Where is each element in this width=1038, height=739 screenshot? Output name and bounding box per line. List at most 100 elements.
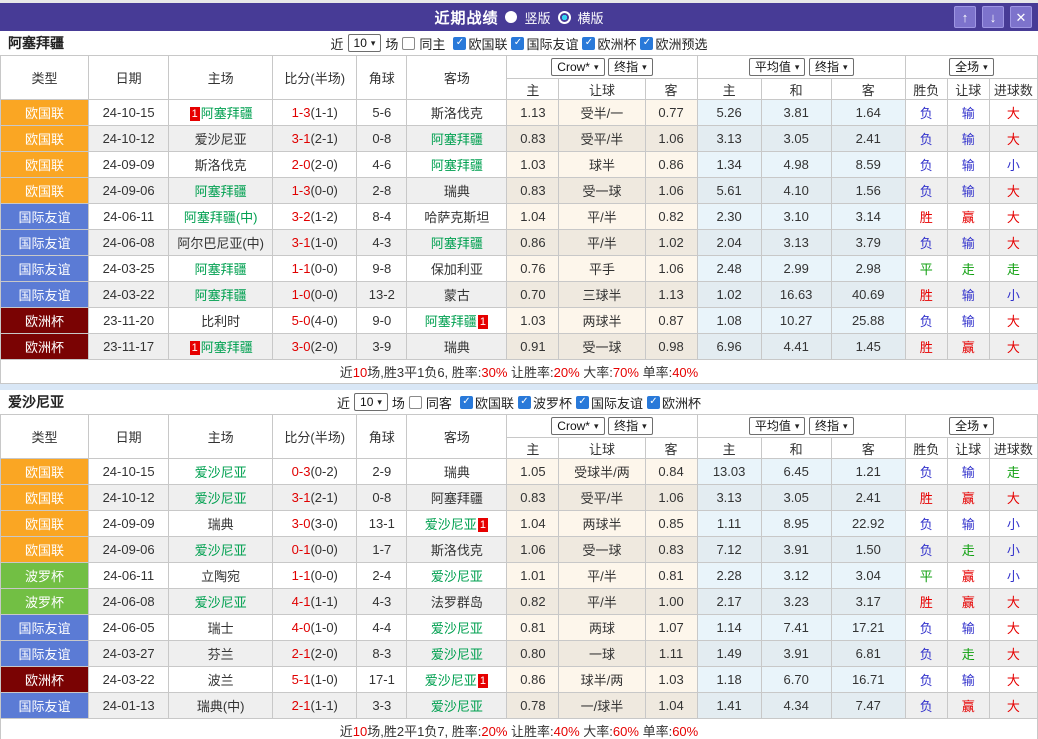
move-up-button[interactable]: ↑ (954, 6, 976, 28)
odds-handicap: 三球半 (559, 282, 645, 308)
move-down-button[interactable]: ↓ (982, 6, 1004, 28)
team-name-link[interactable]: 瑞典 (444, 340, 470, 355)
league-checkbox[interactable]: ✓ (640, 37, 653, 50)
team-name-link[interactable]: 爱沙尼亚 (195, 595, 247, 610)
match-row: 欧洲杯23-11-171阿塞拜疆3-0(2-0)3-9瑞典0.91受一球0.98… (1, 334, 1038, 360)
scope-select[interactable]: 全场▾ (949, 417, 994, 435)
team-name-link[interactable]: 斯洛伐克 (195, 158, 247, 173)
odds-time-select[interactable]: 终指▾ (608, 58, 653, 76)
match-row: 欧国联24-09-09瑞典3-0(3-0)13-1爱沙尼亚11.04两球半0.8… (1, 511, 1038, 537)
vertical-layout-radio[interactable] (505, 11, 517, 23)
close-button[interactable]: ✕ (1010, 6, 1032, 28)
team-name-link[interactable]: 爱沙尼亚 (431, 569, 483, 584)
odds-company-select[interactable]: Crow*▾ (551, 58, 604, 76)
games-label: 场 (392, 393, 405, 412)
same-venue-checkbox[interactable] (402, 37, 415, 50)
result-handicap: 输 (947, 178, 989, 204)
team-name-link[interactable]: 瑞典 (208, 517, 234, 532)
odds-home: 0.80 (507, 641, 559, 667)
team-name-link[interactable]: 阿尔巴尼亚(中) (177, 236, 264, 251)
summary-text-segment: 10 (353, 724, 367, 739)
team-name-link[interactable]: 阿塞拜疆 (431, 132, 483, 147)
match-count-select[interactable]: 10▾ (354, 393, 388, 411)
same-venue-checkbox[interactable] (409, 396, 422, 409)
team-name-link[interactable]: 阿塞拜疆 (201, 106, 253, 121)
team-name-link[interactable]: 斯洛伐克 (431, 543, 483, 558)
corner-count: 3-3 (357, 693, 407, 719)
halftime-score: (1-2) (310, 209, 337, 224)
team-name-link[interactable]: 爱沙尼亚 (195, 132, 247, 147)
result-goals: 大 (989, 693, 1037, 719)
scope-select[interactable]: 全场▾ (949, 58, 994, 76)
summary-text-segment: 大率: (580, 365, 613, 380)
team-name-link[interactable]: 阿塞拜疆 (195, 262, 247, 277)
team-name-link[interactable]: 波兰 (208, 673, 234, 688)
match-row: 欧洲杯23-11-20比利时5-0(4-0)9-0阿塞拜疆11.03两球半0.8… (1, 308, 1038, 334)
match-count-select[interactable]: 10▾ (348, 34, 382, 52)
match-date: 24-03-22 (89, 667, 169, 693)
team-name-link[interactable]: 瑞士 (208, 621, 234, 636)
avg-select[interactable]: 平均值▾ (749, 417, 806, 435)
fulltime-score: 3-0 (292, 516, 311, 531)
team-name-link[interactable]: 瑞典 (444, 184, 470, 199)
result-goals: 大 (989, 178, 1037, 204)
league-checkbox[interactable]: ✓ (511, 37, 524, 50)
team-name-link[interactable]: 爱沙尼亚 (425, 673, 477, 688)
team-name-link[interactable]: 立陶宛 (201, 569, 240, 584)
result-outcome: 负 (905, 126, 947, 152)
league-checkbox[interactable]: ✓ (518, 396, 531, 409)
team-name-link[interactable]: 爱沙尼亚 (195, 465, 247, 480)
avg-away: 1.50 (831, 537, 905, 563)
team-name-link[interactable]: 哈萨克斯坦 (424, 210, 489, 225)
odds-home: 1.04 (507, 511, 559, 537)
checkmark-icon: ✓ (456, 38, 464, 48)
avg-select[interactable]: 平均值▾ (749, 58, 806, 76)
avg-away: 3.04 (831, 563, 905, 589)
league-checkbox[interactable]: ✓ (453, 37, 466, 50)
odds-time-select[interactable]: 终指▾ (608, 417, 653, 435)
team-name-link[interactable]: 爱沙尼亚 (425, 517, 477, 532)
result-handicap: 输 (947, 126, 989, 152)
team-name-link[interactable]: 阿塞拜疆(中) (184, 210, 258, 225)
team-name-link[interactable]: 阿塞拜疆 (201, 340, 253, 355)
horizontal-layout-radio[interactable] (558, 11, 571, 24)
league-checkbox[interactable]: ✓ (582, 37, 595, 50)
team-name-link[interactable]: 阿塞拜疆 (431, 236, 483, 251)
league-badge: 欧洲杯 (1, 308, 89, 334)
team-name-link[interactable]: 爱沙尼亚 (431, 621, 483, 636)
avg-select-value: 平均值 (755, 60, 791, 74)
home-team-cell: 立陶宛 (169, 563, 273, 589)
team-name-link[interactable]: 阿塞拜疆 (195, 184, 247, 199)
league-checkbox[interactable]: ✓ (576, 396, 589, 409)
team-name-link[interactable]: 法罗群岛 (431, 595, 483, 610)
team-name-link[interactable]: 阿塞拜疆 (195, 288, 247, 303)
odds-company-select[interactable]: Crow*▾ (551, 417, 604, 435)
team-name-link[interactable]: 爱沙尼亚 (195, 491, 247, 506)
result-goals: 大 (989, 485, 1037, 511)
team-name-link[interactable]: 爱沙尼亚 (431, 647, 483, 662)
team-name-link[interactable]: 斯洛伐克 (431, 106, 483, 121)
halftime-score: (1-1) (310, 594, 337, 609)
odds-company-group: Crow*▾ 终指▾ (507, 415, 697, 438)
team-name-link[interactable]: 阿塞拜疆 (431, 491, 483, 506)
league-checkbox[interactable]: ✓ (647, 396, 660, 409)
avg-time-select[interactable]: 终指▾ (809, 58, 854, 76)
avg-time-select[interactable]: 终指▾ (809, 417, 854, 435)
team-name-link[interactable]: 阿塞拜疆 (425, 314, 477, 329)
team-name-link[interactable]: 保加利亚 (431, 262, 483, 277)
summary-text-segment: 20% (481, 724, 507, 739)
team-name-link[interactable]: 瑞典 (444, 465, 470, 480)
matches-table: 类型 日期 主场 比分(半场) 角球 客场 Crow*▾ 终指▾ 平均值▾ 终指… (0, 414, 1038, 739)
fulltime-score: 1-1 (292, 568, 311, 583)
team-name-link[interactable]: 阿塞拜疆 (431, 158, 483, 173)
odds-time-value: 终指 (614, 419, 638, 433)
result-outcome: 负 (905, 615, 947, 641)
team-name-link[interactable]: 爱沙尼亚 (431, 699, 483, 714)
result-outcome: 负 (905, 308, 947, 334)
team-name-link[interactable]: 芬兰 (208, 647, 234, 662)
team-name-link[interactable]: 比利时 (201, 314, 240, 329)
team-name-link[interactable]: 爱沙尼亚 (195, 543, 247, 558)
team-name-link[interactable]: 蒙古 (444, 288, 470, 303)
team-name-link[interactable]: 瑞典(中) (197, 699, 245, 714)
league-checkbox[interactable]: ✓ (460, 396, 473, 409)
